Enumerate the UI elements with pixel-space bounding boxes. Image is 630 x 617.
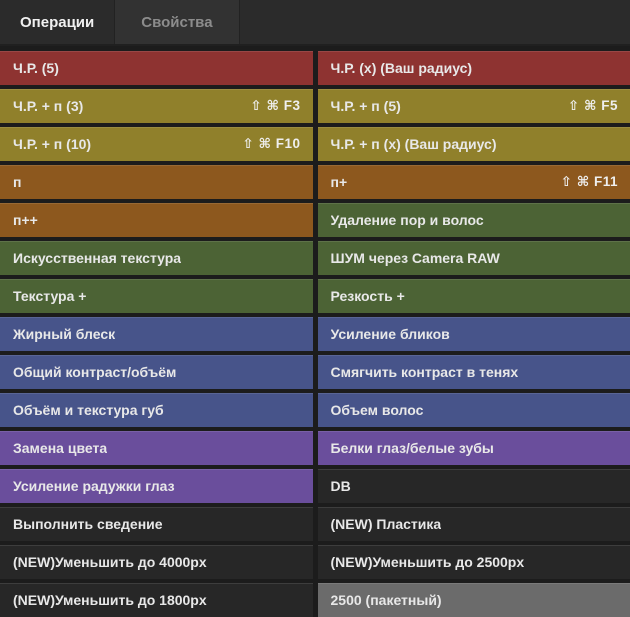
panel-tab-bar: Операции Свойства (0, 0, 630, 46)
action-button[interactable]: Ч.Р. + п (3) ⇧ ⌘ F3 (0, 89, 313, 123)
action-button-label: Жирный блеск (13, 326, 115, 342)
action-button-label: Выполнить сведение (13, 516, 163, 532)
action-button[interactable]: Объём и текстура губ (0, 393, 313, 427)
action-button-label: п++ (13, 212, 38, 228)
action-button[interactable]: (NEW)Уменьшить до 4000px (0, 545, 313, 579)
action-button[interactable]: Ч.Р. + п (10) ⇧ ⌘ F10 (0, 127, 313, 161)
action-button-label: Объём и текстура губ (13, 402, 164, 418)
action-button-label: Ч.Р. + п (10) (13, 136, 91, 152)
action-button-label: Усиление радужки глаз (13, 478, 175, 494)
action-button-label: п+ (331, 174, 348, 190)
action-button-label: (NEW) Пластика (331, 516, 442, 532)
action-button-label: DB (331, 478, 351, 494)
action-button-label: Удаление пор и волос (331, 212, 484, 228)
action-button-label: Ч.Р. + п (3) (13, 98, 83, 114)
action-button[interactable]: ШУМ через Camera RAW (318, 241, 630, 275)
action-button[interactable]: Удаление пор и волос (318, 203, 630, 237)
action-button[interactable]: Усиление радужки глаз (0, 469, 313, 503)
tab-operations[interactable]: Операции (0, 0, 114, 44)
action-button[interactable]: Выполнить сведение (0, 507, 313, 541)
action-button-label: Ч.Р. + п (5) (331, 98, 401, 114)
action-button-label: (NEW)Уменьшить до 1800px (13, 592, 207, 608)
action-button[interactable]: п (0, 165, 313, 199)
action-button-label: 2500 (пакетный) (331, 592, 442, 608)
action-button-label: Общий контраст/объём (13, 364, 176, 380)
action-button[interactable]: (NEW) Пластика (318, 507, 630, 541)
action-button-label: Текстура + (13, 288, 86, 304)
action-shortcut-label: ⇧ ⌘ F3 (242, 98, 300, 114)
action-button-label: Замена цвета (13, 440, 107, 456)
action-button-label: Усиление бликов (331, 326, 450, 342)
action-button[interactable]: Смягчить контраст в тенях (318, 355, 630, 389)
action-shortcut-label: ⇧ ⌘ F10 (234, 136, 300, 152)
action-button[interactable]: Резкость + (318, 279, 630, 313)
actions-button-grid: Ч.Р. (5) Ч.Р. (x) (Ваш радиус) Ч.Р. + п … (0, 51, 630, 617)
action-button[interactable]: Объем волос (318, 393, 630, 427)
action-button-label: (NEW)Уменьшить до 2500px (331, 554, 525, 570)
action-button-label: Искусственная текстура (13, 250, 181, 266)
action-button[interactable]: Искусственная текстура (0, 241, 313, 275)
action-button[interactable]: Белки глаз/белые зубы (318, 431, 630, 465)
action-button[interactable]: п+ ⇧ ⌘ F11 (318, 165, 630, 199)
action-button[interactable]: (NEW)Уменьшить до 2500px (318, 545, 630, 579)
action-shortcut-label: ⇧ ⌘ F11 (553, 174, 618, 190)
tab-properties[interactable]: Свойства (114, 0, 239, 44)
action-button-label: Резкость + (331, 288, 405, 304)
action-button[interactable]: Усиление бликов (318, 317, 630, 351)
action-button[interactable]: Ч.Р. (x) (Ваш радиус) (318, 51, 630, 85)
action-button[interactable]: Ч.Р. (5) (0, 51, 313, 85)
action-button[interactable]: Замена цвета (0, 431, 313, 465)
action-button-label: Ч.Р. (x) (Ваш радиус) (331, 60, 473, 76)
action-shortcut-label: ⇧ ⌘ F5 (560, 98, 618, 114)
action-button-label: Белки глаз/белые зубы (331, 440, 494, 456)
action-button-label: Ч.Р. + п (x) (Ваш радиус) (331, 136, 497, 152)
action-button-label: Ч.Р. (5) (13, 60, 59, 76)
action-button[interactable]: Жирный блеск (0, 317, 313, 351)
action-button-label: Смягчить контраст в тенях (331, 364, 519, 380)
action-button[interactable]: (NEW)Уменьшить до 1800px (0, 583, 313, 617)
action-button-label: ШУМ через Camera RAW (331, 250, 500, 266)
action-button[interactable]: 2500 (пакетный) (318, 583, 630, 617)
action-button[interactable]: DB (318, 469, 630, 503)
tab-bar-spacer (240, 0, 630, 44)
action-button[interactable]: Текстура + (0, 279, 313, 313)
action-button-label: п (13, 174, 21, 190)
action-button-label: (NEW)Уменьшить до 4000px (13, 554, 207, 570)
action-button[interactable]: п++ (0, 203, 313, 237)
action-button-label: Объем волос (331, 402, 424, 418)
action-button[interactable]: Ч.Р. + п (x) (Ваш радиус) (318, 127, 630, 161)
action-button[interactable]: Общий контраст/объём (0, 355, 313, 389)
action-button[interactable]: Ч.Р. + п (5) ⇧ ⌘ F5 (318, 89, 630, 123)
